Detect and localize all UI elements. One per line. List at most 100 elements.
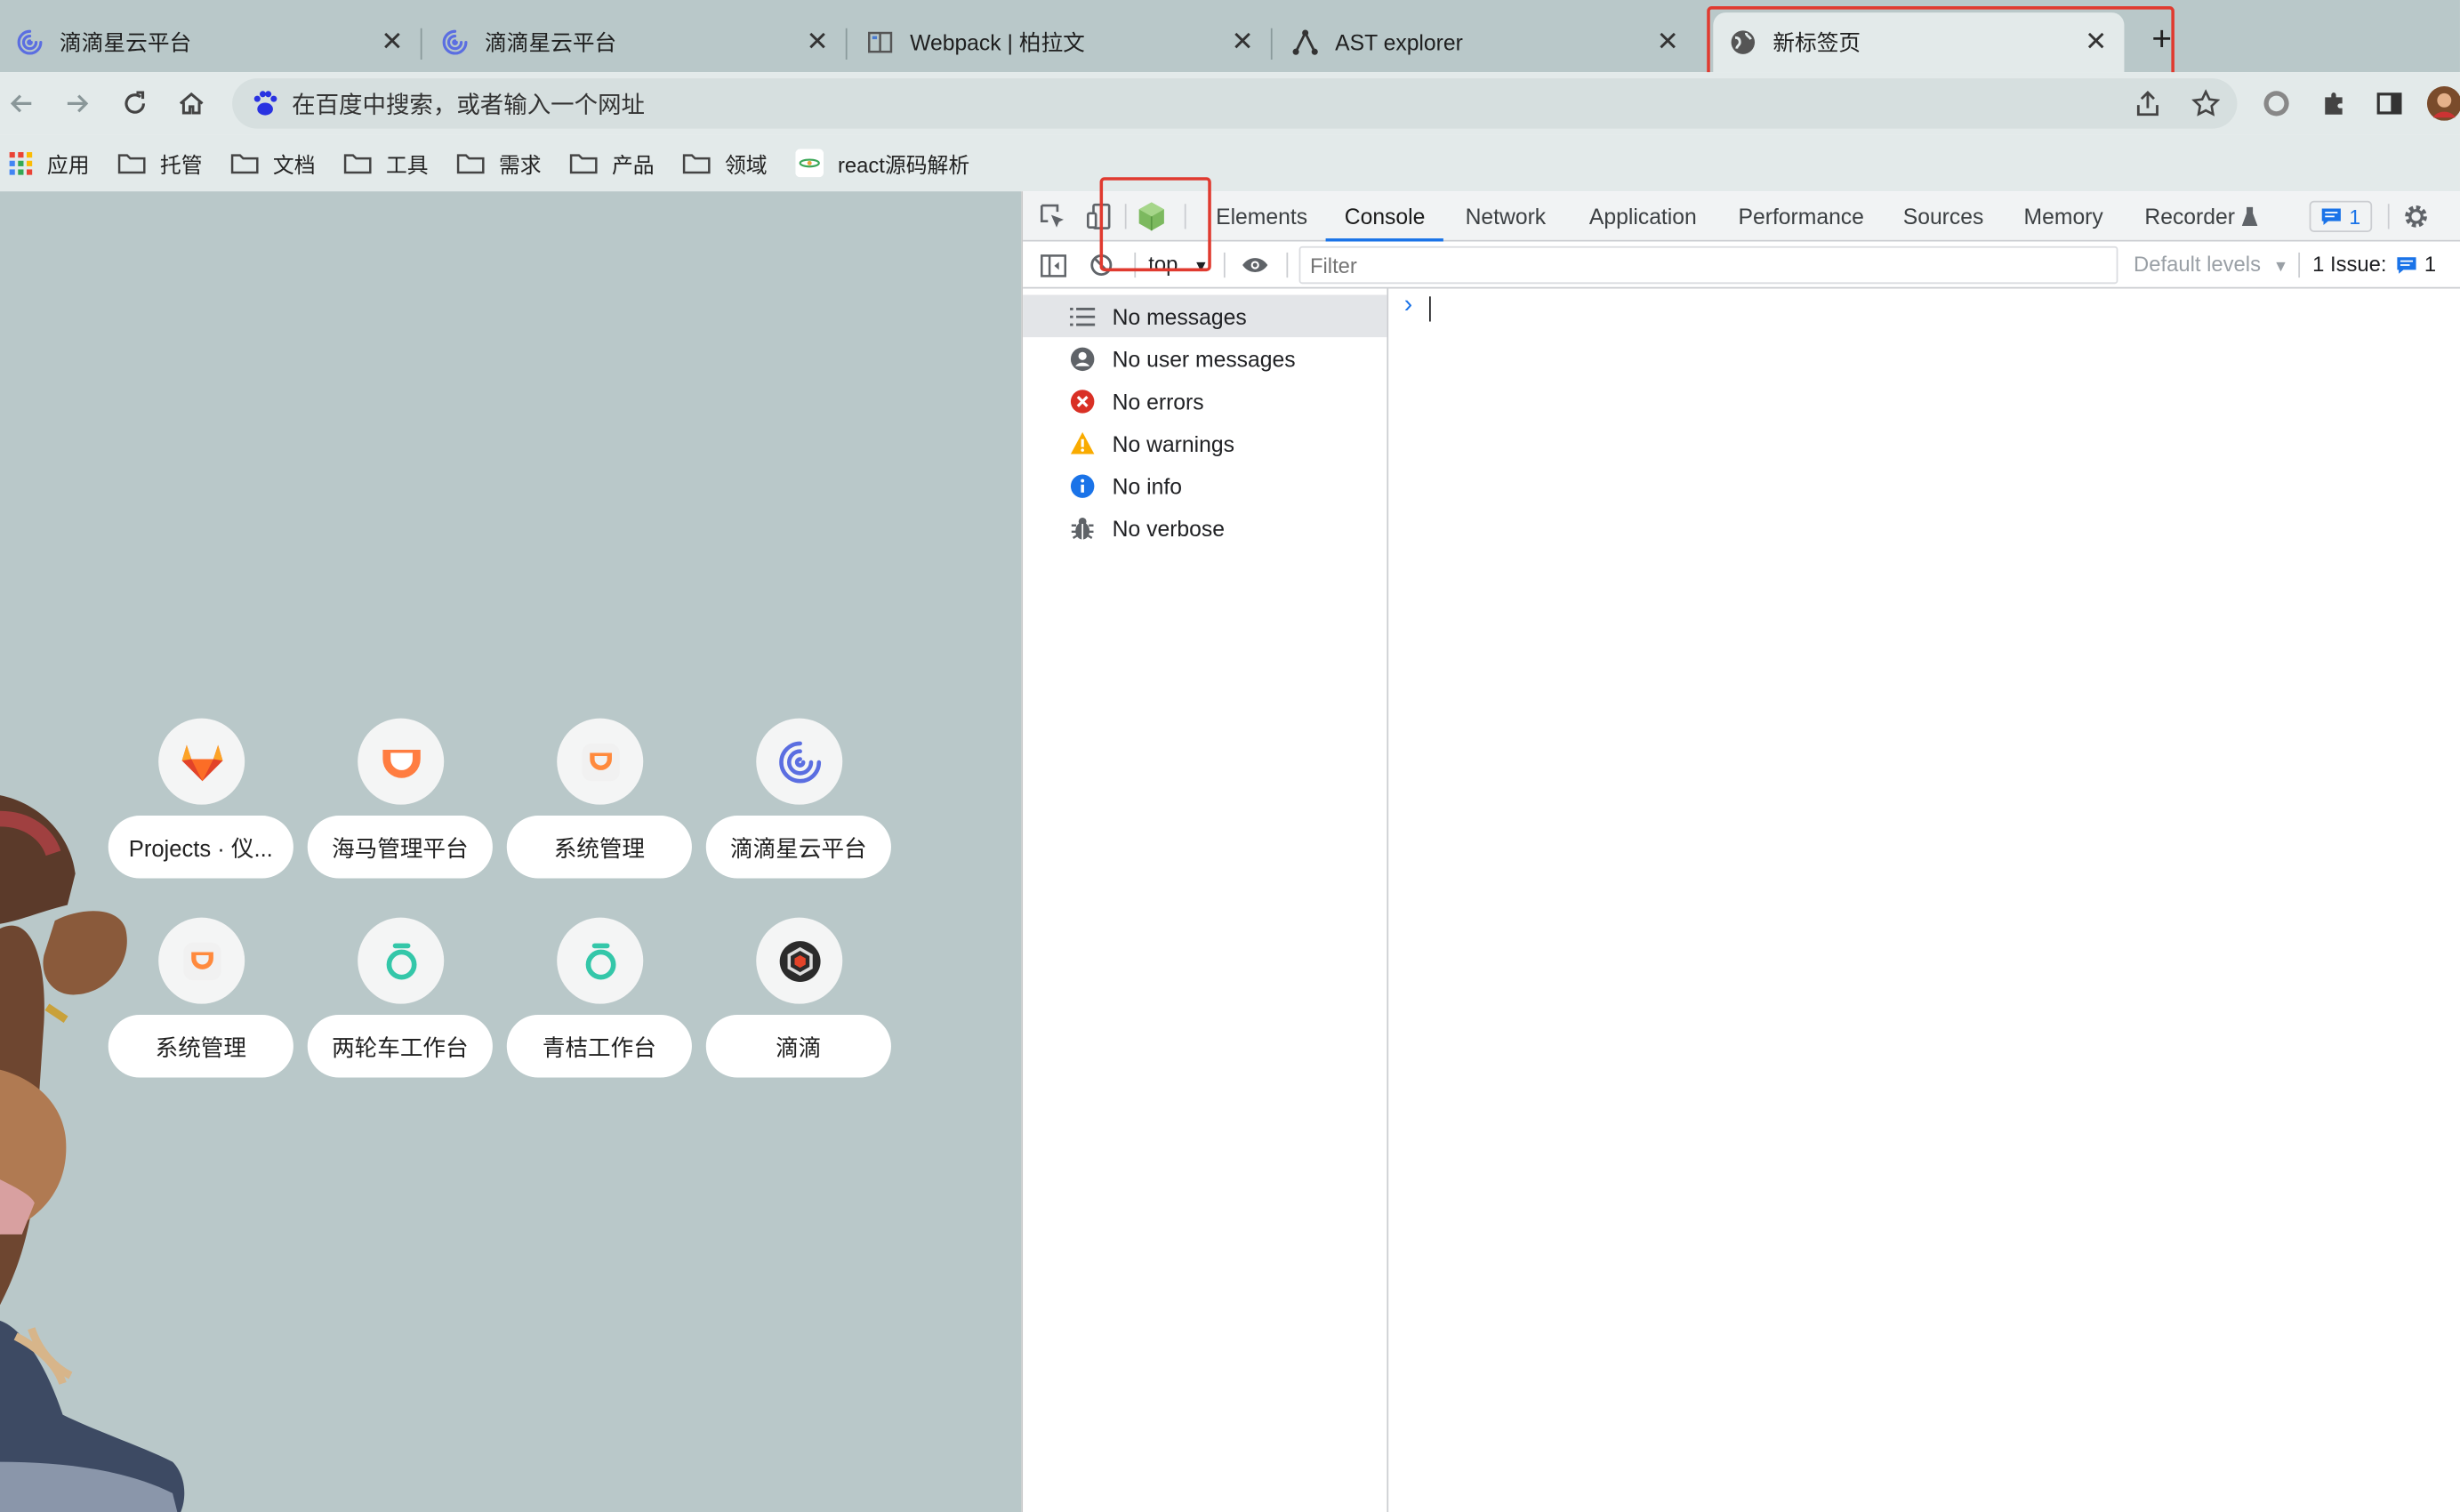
didi-logo-icon <box>158 917 245 1004</box>
shortcut-tile[interactable]: 系统管理 <box>108 917 293 1100</box>
bookmark-star-button[interactable] <box>2187 84 2224 122</box>
home-icon <box>179 92 204 115</box>
tab-new-tab[interactable]: 新标签页 ✕ <box>1713 12 2125 73</box>
tab-ast-explorer[interactable]: AST explorer ✕ <box>1275 12 1696 72</box>
shortcut-tile[interactable]: Projects · 仪... <box>108 718 293 901</box>
bookmark-apps[interactable]: 应用 <box>9 148 90 179</box>
tab-sources[interactable]: Sources <box>1903 191 1984 241</box>
bookmarks-bar: 应用 托管 文档 工具 需求 产品 领域 react源码解析 <box>0 134 2460 192</box>
back-button[interactable] <box>4 84 41 122</box>
avatar-icon <box>2426 85 2460 121</box>
context-selector[interactable]: top ▼ <box>1148 242 1209 289</box>
share-icon <box>2136 91 2159 117</box>
issues-button[interactable]: 1 Issue: 1 <box>2312 242 2436 289</box>
sidebar-toggle-icon[interactable] <box>1037 251 1068 279</box>
bookmark-folder[interactable]: 需求 <box>456 148 542 179</box>
tab-application[interactable]: Application <box>1589 191 1697 241</box>
shortcut-label: 海马管理平台 <box>307 816 493 879</box>
side-panel-icon <box>2376 92 2402 115</box>
divider <box>1286 252 1289 278</box>
reload-button[interactable] <box>117 84 154 122</box>
tree-nodes-icon <box>1291 28 1320 57</box>
tab-title: 滴滴星云平台 <box>485 29 617 55</box>
sidebar-item-info[interactable]: No info <box>1023 464 1387 507</box>
star-icon <box>2191 89 2221 117</box>
bookmark-label: 托管 <box>159 153 203 178</box>
close-icon[interactable]: ✕ <box>1652 27 1683 58</box>
profile-avatar[interactable] <box>2425 84 2460 122</box>
tab-separator <box>420 28 422 60</box>
log-levels-dropdown[interactable]: Default levels ▼ <box>2134 242 2288 289</box>
inspect-element-icon[interactable] <box>1037 201 1068 232</box>
bookmark-react[interactable]: react源码解析 <box>795 148 969 179</box>
shortcut-label: Projects · 仪... <box>108 816 293 879</box>
record-circle-icon <box>2263 91 2289 117</box>
cube-extension-icon[interactable] <box>1134 199 1169 234</box>
device-toolbar-icon[interactable] <box>1084 201 1115 232</box>
sidebar-item-errors[interactable]: No errors <box>1023 380 1387 422</box>
bookmark-label: 需求 <box>498 153 542 178</box>
sidebar-item-verbose[interactable]: No verbose <box>1023 507 1387 550</box>
address-bar[interactable]: 在百度中搜索，或者输入一个网址 <box>232 78 2238 129</box>
extension-circle-button[interactable] <box>2257 84 2295 122</box>
shortcut-tile[interactable]: 滴滴星云平台 <box>705 718 891 901</box>
devtools-panel: Elements Console Network Application Per… <box>1021 191 2460 1512</box>
tab-xingyun-1[interactable]: 滴滴星云平台 ✕ <box>0 12 422 72</box>
shortcut-tile[interactable]: 青桔工作台 <box>506 917 692 1100</box>
bookmark-folder[interactable]: 文档 <box>230 148 316 179</box>
new-tab-button[interactable]: + <box>2143 19 2181 60</box>
shortcut-tile[interactable]: 系统管理 <box>506 718 692 901</box>
bookmark-folder[interactable]: 领域 <box>682 148 768 179</box>
list-icon <box>1068 302 1097 330</box>
divider <box>1223 252 1226 278</box>
tab-performance[interactable]: Performance <box>1739 191 1864 241</box>
sidebar-item-user-messages[interactable]: No user messages <box>1023 337 1387 380</box>
tab-recorder[interactable]: Recorder <box>2144 191 2235 241</box>
bookmark-folder[interactable]: 工具 <box>343 148 429 179</box>
divider <box>1124 204 1127 229</box>
arrow-left-icon <box>10 94 32 113</box>
shortcut-tile[interactable]: 滴滴 <box>705 917 891 1100</box>
tab-elements[interactable]: Elements <box>1216 191 1307 241</box>
tab-network[interactable]: Network <box>1466 191 1547 241</box>
tab-console[interactable]: Console <box>1325 191 1444 242</box>
bookmark-folder[interactable]: 托管 <box>117 148 203 179</box>
sidebar-item-label: No user messages <box>1112 345 1296 372</box>
extensions-button[interactable] <box>2316 84 2353 122</box>
shortcut-label: 两轮车工作台 <box>307 1014 493 1078</box>
console-output[interactable]: › <box>1388 288 2460 1512</box>
globe-icon <box>1729 28 1757 57</box>
eye-icon[interactable] <box>1240 251 1271 279</box>
bookmark-folder[interactable]: 产品 <box>569 148 655 179</box>
info-icon <box>1068 471 1097 500</box>
share-button[interactable] <box>2129 84 2167 122</box>
shortcut-label: 系统管理 <box>108 1014 293 1078</box>
tab-title: 新标签页 <box>1773 29 1861 55</box>
filter-input[interactable] <box>1298 245 2118 285</box>
shortcut-tile[interactable]: 两轮车工作台 <box>307 917 493 1100</box>
forward-button[interactable] <box>58 84 95 122</box>
close-icon[interactable]: ✕ <box>1226 27 1258 58</box>
sidebar-item-messages[interactable]: No messages <box>1023 294 1387 338</box>
divider <box>2387 204 2390 229</box>
tab-xingyun-2[interactable]: 滴滴星云平台 ✕ <box>425 12 848 72</box>
divider <box>2298 252 2301 278</box>
messages-badge[interactable]: 1 <box>2309 200 2373 232</box>
address-placeholder: 在百度中搜索，或者输入一个网址 <box>292 92 646 119</box>
close-icon[interactable]: ✕ <box>801 27 832 58</box>
home-button[interactable] <box>173 84 210 122</box>
side-panel-button[interactable] <box>2370 84 2408 122</box>
settings-gear-icon[interactable] <box>2400 201 2432 232</box>
text-cursor <box>1429 296 1431 322</box>
sidebar-item-warnings[interactable]: No warnings <box>1023 422 1387 464</box>
tab-memory[interactable]: Memory <box>2024 191 2103 241</box>
toolbar: 在百度中搜索，或者输入一个网址 <box>0 72 2460 135</box>
flask-icon <box>2240 204 2259 229</box>
close-icon[interactable]: ✕ <box>2080 27 2111 58</box>
shortcut-tile[interactable]: 海马管理平台 <box>307 718 493 901</box>
tab-webpack[interactable]: Webpack | 柏拉文 ✕ <box>850 12 1273 72</box>
arrow-right-icon <box>67 94 89 113</box>
clear-console-icon[interactable] <box>1086 251 1117 279</box>
new-tab-page: Projects · 仪... 海马管理平台 系统管理 滴滴星云平台 系统管理 <box>0 191 1022 1512</box>
close-icon[interactable]: ✕ <box>376 27 407 58</box>
